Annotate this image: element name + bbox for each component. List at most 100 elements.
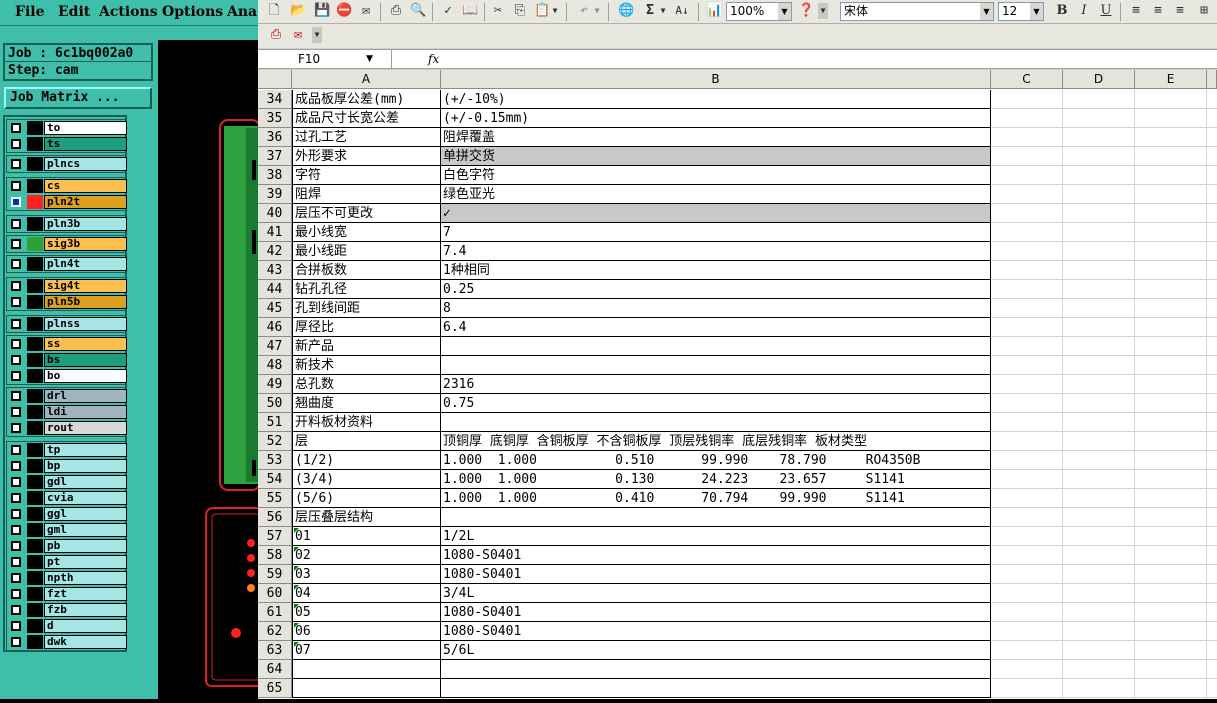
autosum-icon[interactable]: Σ <box>642 3 658 19</box>
menu-options[interactable]: Options <box>162 4 223 20</box>
row-empty-cells[interactable] <box>991 413 1217 432</box>
layer-name[interactable]: to <box>44 121 127 135</box>
row-empty-cells[interactable] <box>991 375 1217 394</box>
layer-row-bp[interactable]: bp <box>8 459 127 473</box>
cam-graphic-canvas[interactable] <box>158 40 264 699</box>
layer-checkbox[interactable] <box>11 605 21 615</box>
undo-dropdown-icon[interactable]: ▼ <box>592 3 602 19</box>
cell-b[interactable]: 1080-S0401 <box>441 546 991 565</box>
layer-row-d[interactable]: d <box>8 619 127 633</box>
cell-a[interactable]: 新产品 <box>292 337 441 356</box>
layer-checkbox[interactable] <box>11 589 21 599</box>
error-indicator-icon[interactable] <box>294 528 299 533</box>
layer-name[interactable]: npth <box>44 571 127 585</box>
cell-a[interactable]: 钻孔孔径 <box>292 280 441 299</box>
row-empty-cells[interactable] <box>991 622 1217 641</box>
row-header[interactable]: 59 <box>258 565 292 584</box>
error-indicator-icon[interactable] <box>294 585 299 590</box>
row-empty-cells[interactable] <box>991 90 1217 109</box>
cell-b[interactable] <box>441 413 991 432</box>
research-icon[interactable]: 📖 <box>462 3 478 19</box>
row-empty-cells[interactable] <box>991 546 1217 565</box>
cell-a[interactable]: 层 <box>292 432 441 451</box>
cell-a[interactable]: 05 <box>292 603 441 622</box>
column-header-c[interactable]: C <box>991 70 1063 89</box>
row-empty-cells[interactable] <box>991 679 1217 698</box>
cell-a[interactable]: 07 <box>292 641 441 660</box>
layer-name[interactable]: dwk <box>44 635 127 649</box>
hyperlink-icon[interactable]: 🌐 <box>618 3 634 19</box>
row-header[interactable]: 42 <box>258 242 292 261</box>
cell-b[interactable]: 1.000 1.000 0.130 24.223 23.657 S1141 <box>441 470 991 489</box>
column-header-f[interactable] <box>1207 70 1217 89</box>
layer-row-pb[interactable]: pb <box>8 539 127 553</box>
row-header[interactable]: 65 <box>258 679 292 698</box>
layer-name[interactable]: plncs <box>44 157 127 171</box>
layer-checkbox[interactable] <box>11 477 21 487</box>
cell-a[interactable]: 层压叠层结构 <box>292 508 441 527</box>
cell-a[interactable]: 成品尺寸长宽公差 <box>292 109 441 128</box>
save-icon[interactable]: 💾 <box>314 3 330 19</box>
align-center-icon[interactable]: ≡ <box>1150 3 1166 19</box>
layer-checkbox[interactable] <box>11 281 21 291</box>
layer-name[interactable]: d <box>44 619 127 633</box>
row-empty-cells[interactable] <box>991 204 1217 223</box>
toolbar-options-icon[interactable]: ▼ <box>818 3 828 19</box>
layer-name[interactable]: pln5b <box>44 295 127 309</box>
layer-name[interactable]: tp <box>44 443 127 457</box>
sort-ascending-icon[interactable]: A↓ <box>674 3 690 19</box>
font-size-dropdown-icon[interactable]: ▼ <box>1030 3 1043 20</box>
layer-name[interactable]: bp <box>44 459 127 473</box>
cell-a[interactable]: 孔到线间距 <box>292 299 441 318</box>
cell-b[interactable]: 5/6L <box>441 641 991 660</box>
layer-checkbox[interactable] <box>11 297 21 307</box>
layer-row-sig4t[interactable]: sig4t <box>8 279 127 293</box>
layer-row-npth[interactable]: npth <box>8 571 127 585</box>
layer-checkbox[interactable] <box>11 445 21 455</box>
layer-checkbox[interactable] <box>11 509 21 519</box>
print-icon[interactable]: ⎙ <box>388 3 404 19</box>
layer-row-cvia[interactable]: cvia <box>8 491 127 505</box>
layer-row-tp[interactable]: tp <box>8 443 127 457</box>
row-empty-cells[interactable] <box>991 166 1217 185</box>
layer-checkbox[interactable] <box>11 181 21 191</box>
error-indicator-icon[interactable] <box>294 547 299 552</box>
layer-checkbox[interactable] <box>11 461 21 471</box>
cell-b[interactable]: 1.000 1.000 0.510 99.990 78.790 RO4350B <box>441 451 991 470</box>
layer-checkbox[interactable] <box>11 541 21 551</box>
row-header[interactable]: 46 <box>258 318 292 337</box>
row-header[interactable]: 38 <box>258 166 292 185</box>
job-matrix-button[interactable]: Job Matrix ... <box>4 87 152 109</box>
cell-a[interactable]: 合拼板数 <box>292 261 441 280</box>
layer-row-gdl[interactable]: gdl <box>8 475 127 489</box>
row-header[interactable]: 58 <box>258 546 292 565</box>
cell-b[interactable] <box>441 337 991 356</box>
cell-b[interactable]: 7.4 <box>441 242 991 261</box>
cell-a[interactable]: 06 <box>292 622 441 641</box>
layer-row-sig3b[interactable]: sig3b <box>8 237 127 251</box>
layer-row-fzb[interactable]: fzb <box>8 603 127 617</box>
email-icon[interactable]: ✉ <box>358 3 374 19</box>
cell-a[interactable]: 最小线宽 <box>292 223 441 242</box>
cell-a[interactable] <box>292 660 441 679</box>
layer-row-ldi[interactable]: ldi <box>8 405 127 419</box>
row-header[interactable]: 54 <box>258 470 292 489</box>
layer-checkbox[interactable] <box>11 355 21 365</box>
row-empty-cells[interactable] <box>991 185 1217 204</box>
cell-a[interactable]: 开料板材资料 <box>292 413 441 432</box>
cell-a[interactable]: (5/6) <box>292 489 441 508</box>
layer-name[interactable]: ts <box>44 137 127 151</box>
zoom-select[interactable]: 100% ▼ <box>726 2 792 21</box>
cell-b[interactable]: 绿色亚光 <box>441 185 991 204</box>
column-header-e[interactable]: E <box>1135 70 1207 89</box>
font-size-select[interactable]: 12 ▼ <box>998 2 1044 21</box>
row-header[interactable]: 37 <box>258 147 292 166</box>
cell-a[interactable]: 04 <box>292 584 441 603</box>
layer-checkbox[interactable] <box>11 259 21 269</box>
row-empty-cells[interactable] <box>991 565 1217 584</box>
layer-row-ggl[interactable]: ggl <box>8 507 127 521</box>
layer-name[interactable]: rout <box>44 421 127 435</box>
layer-checkbox[interactable] <box>11 371 21 381</box>
row-header[interactable]: 64 <box>258 660 292 679</box>
cell-b[interactable]: 1080-S0401 <box>441 565 991 584</box>
